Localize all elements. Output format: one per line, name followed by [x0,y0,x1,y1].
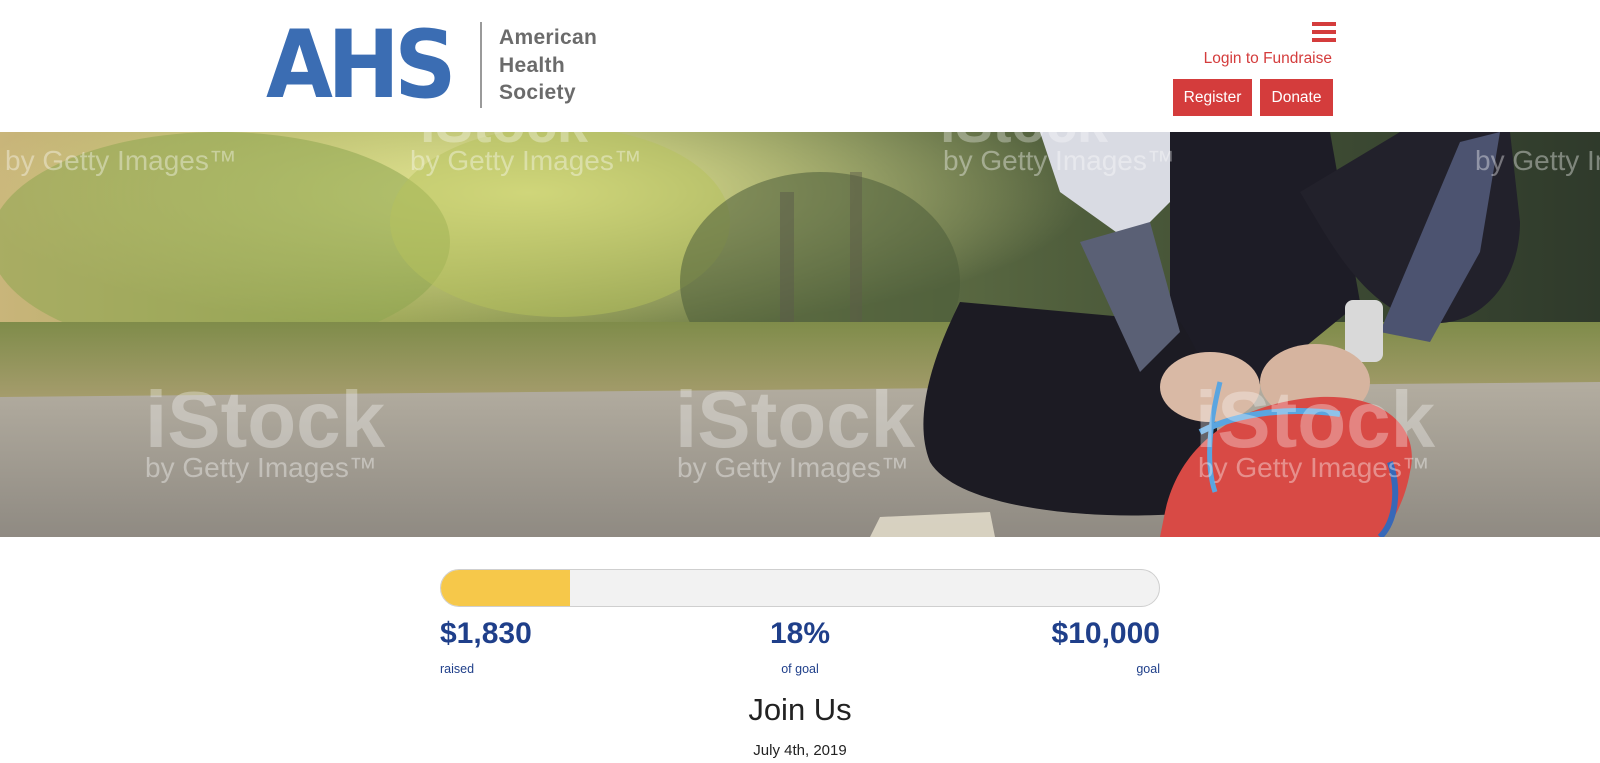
progress-fill [441,570,571,606]
percent-value: 18% [769,617,831,650]
hamburger-menu-icon[interactable] [1312,22,1336,42]
event-title: Join Us [748,692,852,727]
event-date: July 4th, 2019 [753,742,847,759]
raised-amount: $1,830 [440,617,532,650]
watermark-text: by Getty Images™ [1475,145,1600,176]
watermark-text: by Getty Images™ [1198,452,1430,483]
logo-wordmark: American Health Society [499,24,659,107]
hero-image: iStock iStock iStock iStock iStock by Ge… [0,132,1600,537]
goal-label: goal [1136,662,1160,676]
donate-button[interactable]: Donate [1260,79,1333,116]
logo-mark: AHS [266,11,457,120]
logo-line: Society [499,81,576,104]
percent-label: of goal [781,662,819,676]
watermark-text: iStock [1195,375,1436,464]
raised-label: raised [440,662,475,676]
login-to-fundraise-link[interactable]: Login to Fundraise [1204,50,1332,68]
site-header: AHS American Health Society Login to Fun… [0,0,1600,132]
fundraising-progress-bar [440,569,1160,607]
watermark-text: by Getty Images™ [677,452,909,483]
goal-amount: $10,000 [1051,617,1160,650]
ahs-logo[interactable]: AHS American Health Society [266,11,597,120]
watermark-text: iStock [145,375,386,464]
register-button[interactable]: Register [1173,79,1252,116]
logo-line: American [499,26,598,49]
watermark-text: by Getty Images™ [145,452,377,483]
watermark-text: iStock [675,375,916,464]
watermark-text: by Getty Images™ [5,145,237,176]
logo-line: Health [499,53,565,77]
watermark-text: by Getty Images™ [943,145,1175,176]
watermark-text: by Getty Images™ [410,145,642,176]
runner-tying-shoe-photo: iStock iStock iStock iStock iStock by Ge… [0,132,1600,537]
logo-divider [480,22,482,108]
